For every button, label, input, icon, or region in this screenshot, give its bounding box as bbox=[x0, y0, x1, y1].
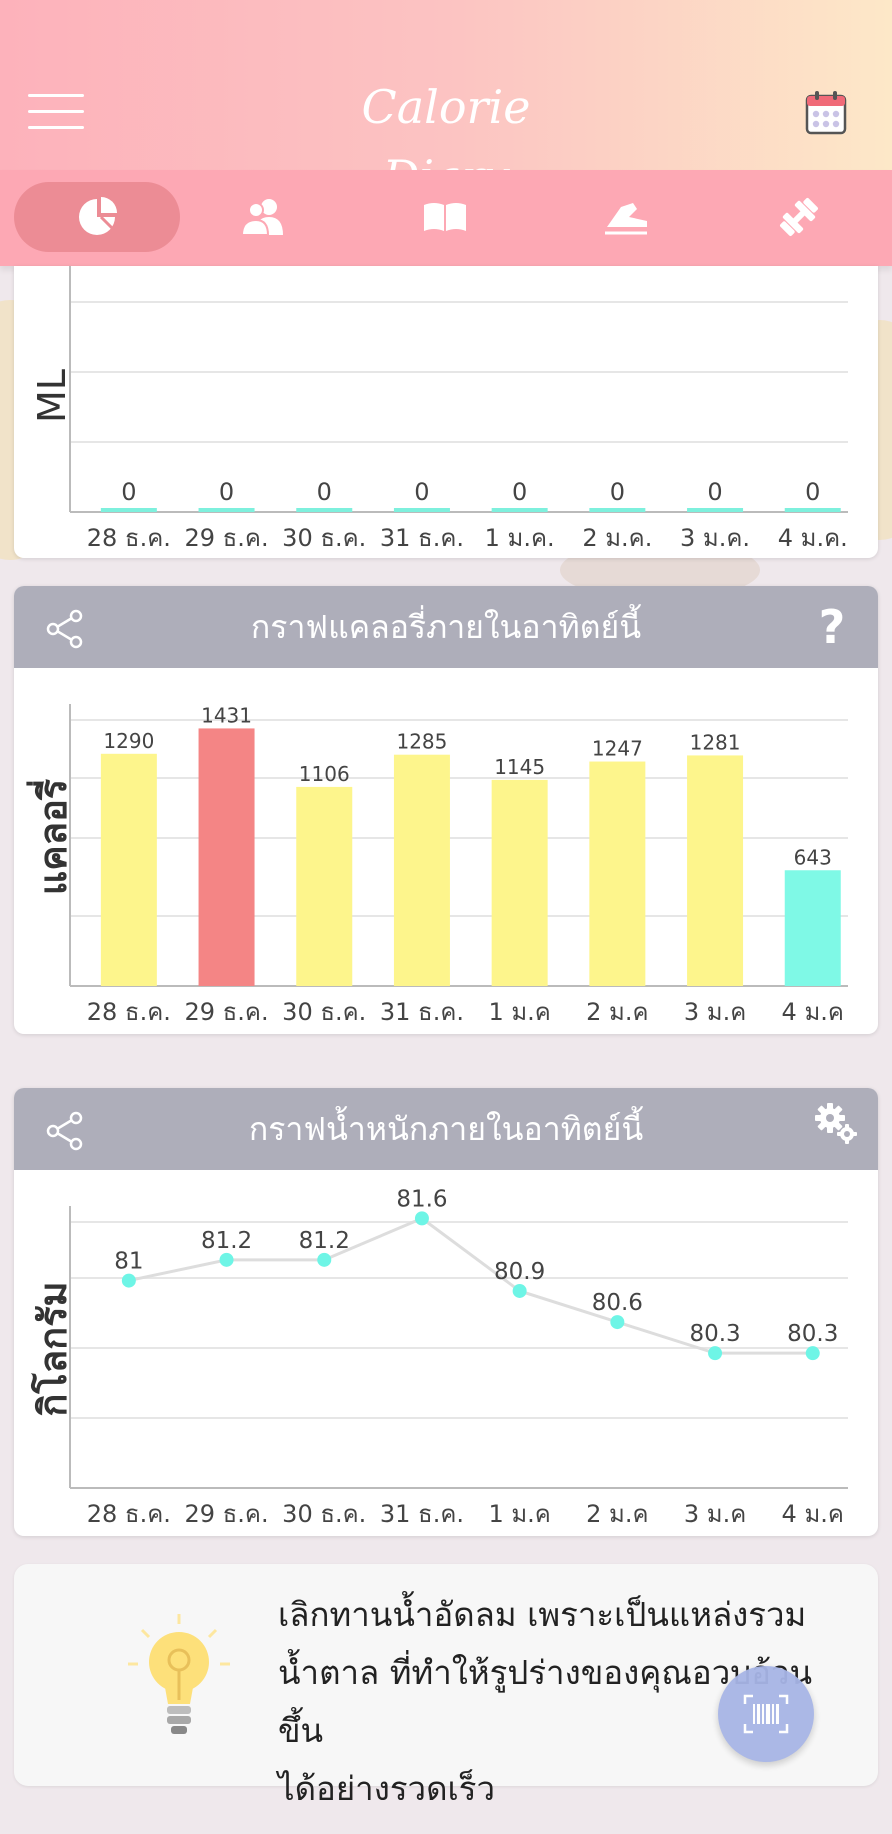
users-icon bbox=[240, 199, 283, 236]
barcode-icon bbox=[743, 1694, 789, 1734]
weight-point bbox=[512, 1283, 527, 1298]
x-tick-label: 28 ธ.ค. bbox=[87, 1500, 171, 1528]
x-tick-label: 30 ธ.ค. bbox=[282, 524, 366, 552]
app-logo: Calorie Diary bbox=[361, 80, 531, 204]
bar-value-label: 1431 bbox=[201, 703, 252, 727]
point-value-label: 80.6 bbox=[592, 1290, 643, 1316]
x-tick-label: 1 ม.ค bbox=[488, 1500, 550, 1528]
tab-bar bbox=[0, 170, 892, 266]
lightbulb-icon bbox=[124, 1612, 234, 1742]
calorie-bar bbox=[687, 755, 744, 986]
water-bar bbox=[491, 508, 548, 512]
x-tick-label: 4 ม.ค bbox=[782, 998, 844, 1026]
bar-value-label: 0 bbox=[121, 478, 136, 506]
water-bar bbox=[784, 508, 841, 512]
water-chart: 0 28 ธ.ค. 0 29 ธ.ค. 0 30 ธ.ค. 0 31 ธ.ค. 0 1 ม.ค. 0… bbox=[69, 266, 848, 552]
point-value-label: 80.3 bbox=[689, 1321, 740, 1347]
tab-community[interactable] bbox=[180, 182, 346, 252]
calorie-bar bbox=[589, 761, 646, 986]
tab-exercise[interactable] bbox=[544, 182, 710, 252]
x-tick-label: 31 ธ.ค. bbox=[380, 524, 464, 552]
x-tick-label: 2 ม.ค. bbox=[582, 524, 652, 552]
bar-value-label: 0 bbox=[414, 478, 429, 506]
x-tick-label: 29 ธ.ค. bbox=[184, 998, 268, 1026]
x-tick-label: 29 ธ.ค. bbox=[184, 524, 268, 552]
calorie-bar bbox=[393, 754, 450, 986]
weight-point bbox=[708, 1346, 723, 1361]
water-bar bbox=[100, 508, 157, 512]
barcode-scan-button[interactable] bbox=[718, 1666, 814, 1762]
point-value-label: 81.6 bbox=[396, 1186, 447, 1212]
x-tick-label: 3 ม.ค bbox=[684, 1500, 746, 1528]
pie-chart-icon bbox=[79, 197, 117, 235]
water-chart-card: ML 0 28 ธ.ค. 0 29 ธ.ค. 0 30 ธ.ค. 0 31 ธ.ค. 0 1 ม.… bbox=[14, 266, 878, 558]
point-value-label: 80.3 bbox=[787, 1321, 838, 1347]
x-tick-label: 2 ม.ค bbox=[586, 998, 648, 1026]
calendar-icon[interactable] bbox=[804, 90, 848, 136]
weight-point bbox=[610, 1315, 625, 1330]
bar-value-label: 1290 bbox=[103, 729, 154, 753]
weight-point bbox=[414, 1211, 429, 1226]
tip-line: เลิกทานน้ำอัดลม เพราะเป็นแหล่งรวม bbox=[278, 1595, 807, 1634]
x-tick-label: 1 ม.ค. bbox=[485, 524, 555, 552]
tab-dashboard[interactable] bbox=[14, 182, 180, 252]
calorie-bar bbox=[198, 728, 255, 986]
calorie-bar bbox=[784, 870, 841, 986]
bar-value-label: 0 bbox=[805, 478, 820, 506]
tab-workout[interactable] bbox=[716, 182, 882, 252]
point-value-label: 81 bbox=[114, 1249, 143, 1275]
calorie-chart: 1290 28 ธ.ค. 1431 29 ธ.ค. 1106 30 ธ.ค. 1285 31 … bbox=[69, 703, 848, 1026]
bar-value-label: 1285 bbox=[396, 730, 447, 754]
x-tick-label: 3 ม.ค. bbox=[680, 524, 750, 552]
bar-value-label: 643 bbox=[794, 845, 832, 869]
x-tick-label: 1 ม.ค bbox=[488, 998, 550, 1026]
weight-point bbox=[805, 1346, 820, 1361]
x-tick-label: 28 ธ.ค. bbox=[87, 524, 171, 552]
weight-point bbox=[121, 1273, 136, 1288]
bar-value-label: 1247 bbox=[592, 737, 643, 761]
x-tick-label: 30 ธ.ค. bbox=[282, 1500, 366, 1528]
x-tick-label: 28 ธ.ค. bbox=[87, 998, 171, 1026]
book-icon bbox=[424, 203, 466, 231]
tab-articles[interactable] bbox=[362, 182, 528, 252]
x-tick-label: 4 ม.ค bbox=[782, 1500, 844, 1528]
x-tick-label: 3 ม.ค bbox=[684, 998, 746, 1026]
tip-line: ได้อย่างรวดเร็ว bbox=[278, 1769, 496, 1808]
dumbbell-icon bbox=[780, 198, 818, 236]
shoe-icon bbox=[605, 203, 647, 235]
x-tick-label: 30 ธ.ค. bbox=[282, 998, 366, 1026]
calorie-bar bbox=[100, 753, 157, 986]
weight-point bbox=[317, 1252, 332, 1267]
point-value-label: 81.2 bbox=[299, 1228, 350, 1254]
point-value-label: 80.9 bbox=[494, 1259, 545, 1285]
bar-value-label: 0 bbox=[512, 478, 527, 506]
water-bar bbox=[393, 508, 450, 512]
water-bar bbox=[198, 508, 255, 512]
bar-value-label: 0 bbox=[219, 478, 234, 506]
water-bar bbox=[589, 508, 646, 512]
x-tick-label: 31 ธ.ค. bbox=[380, 998, 464, 1026]
x-tick-label: 31 ธ.ค. bbox=[380, 1500, 464, 1528]
x-tick-label: 29 ธ.ค. bbox=[184, 1500, 268, 1528]
bar-value-label: 0 bbox=[317, 478, 332, 506]
x-tick-label: 2 ม.ค bbox=[586, 1500, 648, 1528]
bar-value-label: 0 bbox=[610, 478, 625, 506]
app-header: Calorie Diary bbox=[0, 0, 892, 204]
water-bar bbox=[296, 508, 353, 512]
point-value-label: 81.2 bbox=[201, 1228, 252, 1254]
calorie-bar bbox=[491, 779, 548, 986]
calorie-bar bbox=[296, 786, 353, 986]
weight-point bbox=[219, 1252, 234, 1267]
bar-value-label: 1106 bbox=[299, 762, 350, 786]
weight-chart-card: กราฟน้ำหนักภายในอาทิตย์นี้ กิโลกรัม 81 28… bbox=[14, 1088, 878, 1536]
menu-icon[interactable] bbox=[28, 92, 84, 129]
calorie-chart-card: กราฟแคลอรี่ภายในอาทิตย์นี้ ? แคลอรี่ 129… bbox=[14, 586, 878, 1034]
bar-value-label: 1281 bbox=[690, 730, 741, 754]
weight-chart: 81 28 ธ.ค. 81.2 29 ธ.ค. 81.2 30 ธ.ค. 81.6 31 ธ.… bbox=[69, 1186, 848, 1528]
water-bar bbox=[687, 508, 744, 512]
x-tick-label: 4 ม.ค. bbox=[778, 524, 848, 552]
bar-value-label: 0 bbox=[707, 478, 722, 506]
bar-value-label: 1145 bbox=[494, 755, 545, 779]
